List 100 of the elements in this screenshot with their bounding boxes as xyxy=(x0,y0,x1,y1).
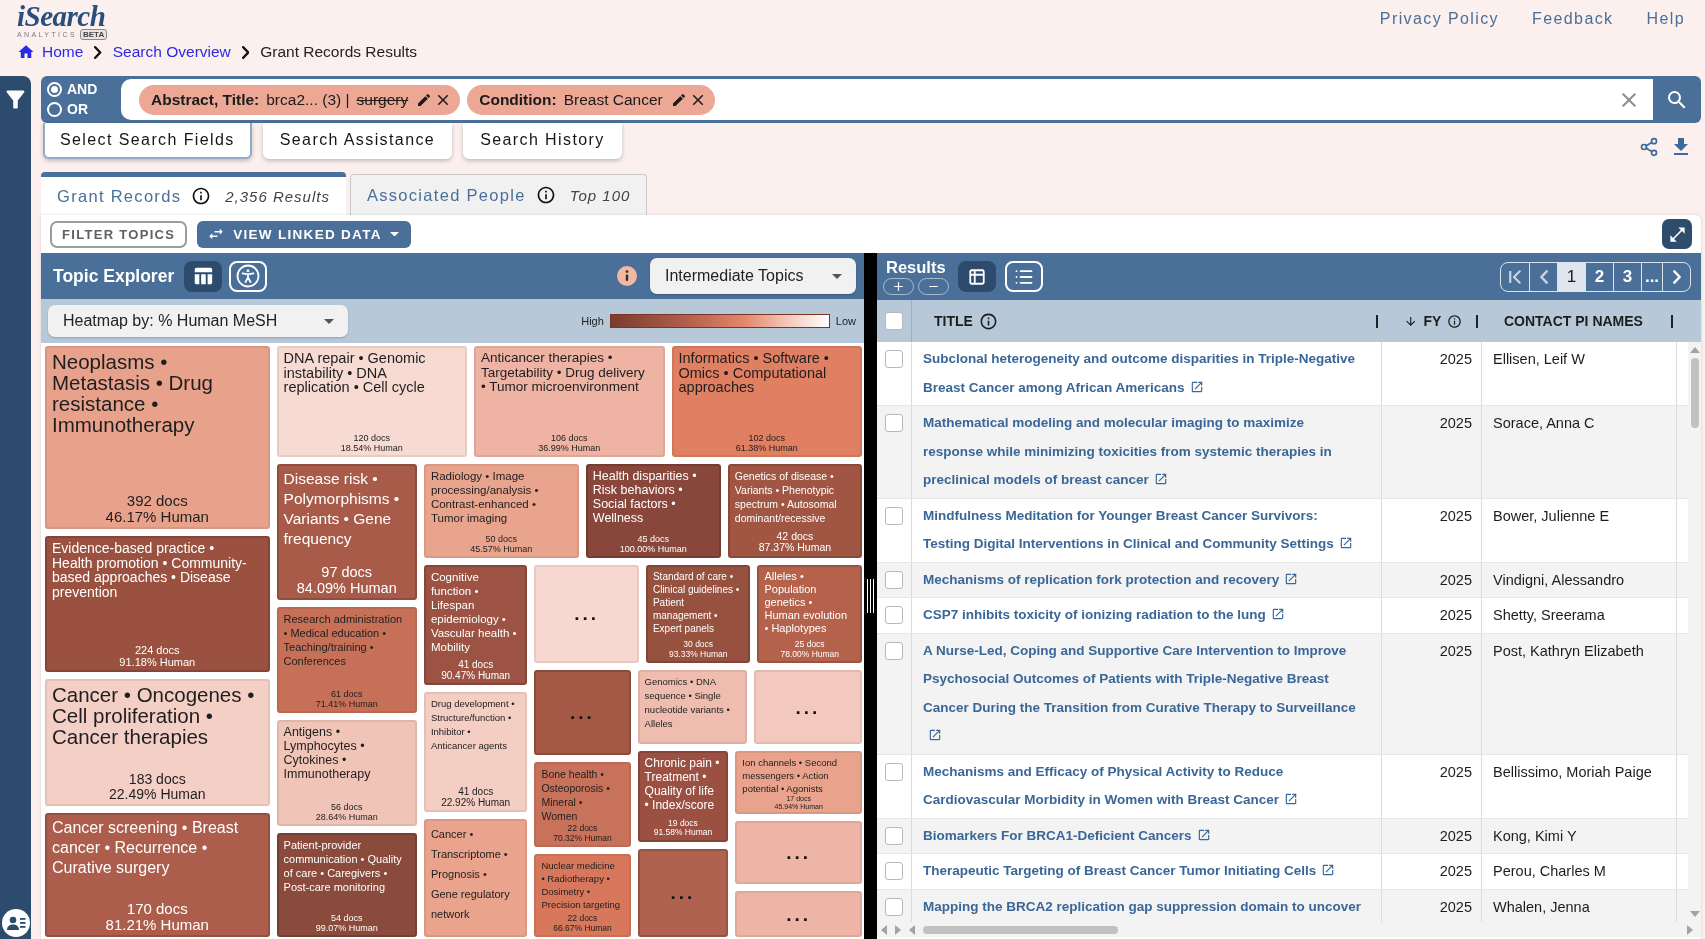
home-icon[interactable] xyxy=(17,43,35,61)
scrollbar-thumb[interactable] xyxy=(1690,358,1699,428)
external-link-icon[interactable] xyxy=(1321,863,1336,877)
grant-title-link[interactable]: Subclonal heterogeneity and outcome disparities in Triple-Negative Breast Cancer among African Americans xyxy=(923,345,1365,402)
expand-button[interactable] xyxy=(1662,219,1692,249)
row-checkbox[interactable] xyxy=(885,350,903,368)
vertical-scrollbar[interactable] xyxy=(1688,342,1701,922)
operator-option[interactable]: AND xyxy=(47,81,98,98)
grant-title-link[interactable]: Mindfulness Meditation for Younger Breast Cancer Survivors: Testing Digital Interventions in Clinical and Community Settings xyxy=(923,501,1365,559)
column-header[interactable]: TITLE xyxy=(934,313,973,329)
row-checkbox[interactable] xyxy=(885,826,903,845)
topic-tile[interactable]: ... xyxy=(534,670,631,755)
grant-title-link[interactable]: Biomarkers For BRCA1-Deficient Cancers xyxy=(923,821,1365,850)
result-tab[interactable]: Associated People Top 100 xyxy=(349,174,648,215)
row-checkbox[interactable] xyxy=(885,414,903,432)
row-checkbox[interactable] xyxy=(885,641,903,660)
external-link-icon[interactable] xyxy=(1189,379,1204,394)
row-checkbox[interactable] xyxy=(885,506,903,525)
external-link-icon[interactable] xyxy=(1284,792,1299,806)
row-checkbox[interactable] xyxy=(885,606,903,624)
grant-title-link[interactable]: Mapping the BRCA2 replication gap suppression domain to uncover xyxy=(923,892,1365,921)
breadcrumb-link[interactable]: Home xyxy=(42,43,84,61)
scrollbar-thumb[interactable] xyxy=(923,925,1118,934)
topic-tile[interactable]: Standard of care • Clinical guidelines • Patient management • Expert panels 30 docs 93.33% Human xyxy=(645,564,751,664)
topic-tile[interactable]: Evidence-based practice • Health promotion • Community-based approaches • Disease prevention 224 docs 91.18% Human xyxy=(45,536,270,673)
page-button[interactable]: 1 xyxy=(1557,262,1585,291)
topic-tile[interactable]: Genomics • DNA sequence • Single nucleotide variants • Alleles xyxy=(637,670,747,744)
topic-tile[interactable]: Bone health • Osteoporosis • Mineral • Women 22 docs 70.32% Human xyxy=(534,761,631,848)
topic-tile[interactable]: Alleles • Population genetics • Human evolution • Haplotypes 25 docs 78.00% Human xyxy=(757,564,862,664)
topic-tile[interactable]: Nuclear medicine • Radiotherapy • Dosimetry • Precision targeting 22 docs 66.67% Human xyxy=(534,854,631,937)
radio-icon[interactable] xyxy=(47,102,62,117)
person-list-icon[interactable] xyxy=(1,909,30,937)
row-checkbox[interactable] xyxy=(885,897,903,916)
topic-tile[interactable]: Cancer • Oncogenes • Cell proliferation • Cancer therapies 183 docs 22.49% Human xyxy=(45,679,270,807)
more-topics-label[interactable]: ... xyxy=(786,904,812,925)
topic-tile[interactable]: Informatics • Software • Omics • Computational approaches 102 docs 61.38% Human xyxy=(671,346,862,458)
column-resize-handle[interactable] xyxy=(1671,314,1673,328)
more-topics-label[interactable]: ... xyxy=(795,697,821,718)
grant-title-link[interactable]: Mathematical modeling and molecular imaging to maximize response while minimizing toxicities from systemic therapies in preclinical models of breast cancer xyxy=(923,409,1365,495)
topic-tile[interactable]: Radiology • Image processing/analysis • Contrast-enhanced • Tumor imaging 50 docs 45.57% Human xyxy=(423,464,579,558)
grant-title-link[interactable]: Mechanisms of replication fork protection and recovery xyxy=(923,565,1365,594)
page-button[interactable]: 3 xyxy=(1613,262,1641,291)
column-resize-handle[interactable] xyxy=(1376,314,1378,328)
topic-tile[interactable]: Disease risk • Polymorphisms • Variants • Gene frequency 97 docs 84.09% Human xyxy=(276,464,417,601)
view-toggle[interactable] xyxy=(958,261,996,292)
grant-title-link[interactable]: A Nurse-Led, Coping and Supportive Care Intervention to Improve Psychosocial Outcomes of Patients with Triple-Negative Breast Cancer During the Transition from Curative Therapy to Surveillance xyxy=(923,636,1365,751)
topic-tile[interactable]: Cognitive function • Lifespan epidemiology • Vascular health • Mobility 41 docs 90.47% Human xyxy=(423,564,528,685)
topic-tile[interactable]: Anticancer therapies • Targetability • Drug delivery • Tumor microenvironment 106 docs 36.99% Human xyxy=(474,346,665,458)
grant-title-link[interactable]: Therapeutic Targeting of Breast Cancer Tumor Initiating Cells xyxy=(923,857,1365,886)
row-checkbox[interactable] xyxy=(885,570,903,589)
topic-tile[interactable]: Cancer • Transcriptome • Prognosis • Gene regulatory network xyxy=(423,818,528,937)
logo-wordmark[interactable]: iSearch xyxy=(17,3,106,29)
search-term-chip[interactable]: Condition: Breast Cancer xyxy=(467,84,715,115)
external-link-icon[interactable] xyxy=(1284,571,1299,586)
topic-level-select[interactable]: Intermediate Topics xyxy=(650,258,856,294)
horizontal-scrollbar[interactable] xyxy=(877,922,1701,937)
topic-tile[interactable]: ... xyxy=(735,891,862,937)
topic-tile[interactable]: ... xyxy=(753,670,862,744)
external-link-icon[interactable] xyxy=(1270,607,1285,621)
search-tool-tab[interactable]: Search Assistance xyxy=(262,123,453,159)
external-link-icon[interactable] xyxy=(928,728,942,742)
more-pages-button[interactable]: ... xyxy=(1641,262,1662,291)
heatmap-select[interactable]: Heatmap by: % Human MeSH xyxy=(48,305,348,337)
row-checkbox[interactable] xyxy=(885,862,903,880)
edit-icon[interactable] xyxy=(670,91,687,108)
external-link-icon[interactable] xyxy=(1196,827,1211,842)
grant-title-link[interactable]: Mechanisms and Efficacy of Physical Activity to Reduce Cardiovascular Morbidity in Women with Breast Cancer xyxy=(923,757,1365,815)
grant-title-link[interactable]: CSP7 inhibits toxicity of ionizing radiation to the lung xyxy=(923,601,1365,630)
info-icon[interactable] xyxy=(978,311,998,331)
header-link[interactable]: Privacy Policy xyxy=(1379,9,1499,29)
topic-tile[interactable]: ... xyxy=(637,848,729,937)
operator-option[interactable]: OR xyxy=(47,101,88,118)
topic-tile[interactable]: Cancer screening • Breast cancer • Recurrence • Curative surgery 170 docs 81.21% Human xyxy=(45,813,270,937)
topic-tile[interactable]: Neoplasms • Metastasis • Drug resistance • Immunotherapy 392 docs 46.17% Human xyxy=(45,346,270,530)
view-linked-data-button[interactable]: VIEW LINKED DATA xyxy=(197,220,411,248)
column-resize-handle[interactable] xyxy=(1476,314,1478,328)
topic-tile[interactable]: DNA repair • Genomic instability • DNA replication • Cell cycle 120 docs 18.54% Human xyxy=(276,346,468,458)
search-field[interactable]: Abstract, Title: brca2... (3) | surgery Condition: Breast Cancer xyxy=(121,79,1653,120)
info-icon[interactable] xyxy=(617,266,637,286)
topic-tile[interactable]: Patient-provider communication • Quality of care • Caregivers • Post-care monitoring 54 docs 99.07% Human xyxy=(276,833,417,937)
more-topics-label[interactable]: ... xyxy=(786,843,812,864)
search-tool-tab[interactable]: Search History xyxy=(463,123,622,159)
breadcrumb-link[interactable]: Search Overview xyxy=(112,43,231,61)
column-header[interactable]: FY xyxy=(1423,313,1442,329)
topic-tile[interactable]: Drug development • Structure/function • Inhibitor • Anticancer agents 41 docs 22.92% Human xyxy=(423,691,528,812)
result-tab[interactable]: Grant Records 2,356 Results xyxy=(41,172,346,215)
column-header[interactable]: CONTACT PI NAMES xyxy=(1504,313,1643,329)
more-topics-label[interactable]: ... xyxy=(570,703,595,723)
header-link[interactable]: Feedback xyxy=(1532,9,1614,29)
header-link[interactable]: Help xyxy=(1646,9,1685,29)
page-button[interactable]: 2 xyxy=(1585,262,1613,291)
topic-tile[interactable]: ... xyxy=(534,564,639,664)
edit-icon[interactable] xyxy=(416,91,433,108)
topic-tile[interactable]: ... xyxy=(735,820,862,885)
search-tool-tab[interactable]: Select Search Fields xyxy=(43,123,252,159)
radio-icon[interactable] xyxy=(47,82,62,97)
info-icon[interactable] xyxy=(191,186,212,206)
topic-tile[interactable]: Chronic pain • Treatment • Quality of life • Index/score 19 docs 91.58% Human xyxy=(637,751,729,842)
view-toggle[interactable] xyxy=(184,260,223,292)
external-link-icon[interactable] xyxy=(1338,536,1353,550)
